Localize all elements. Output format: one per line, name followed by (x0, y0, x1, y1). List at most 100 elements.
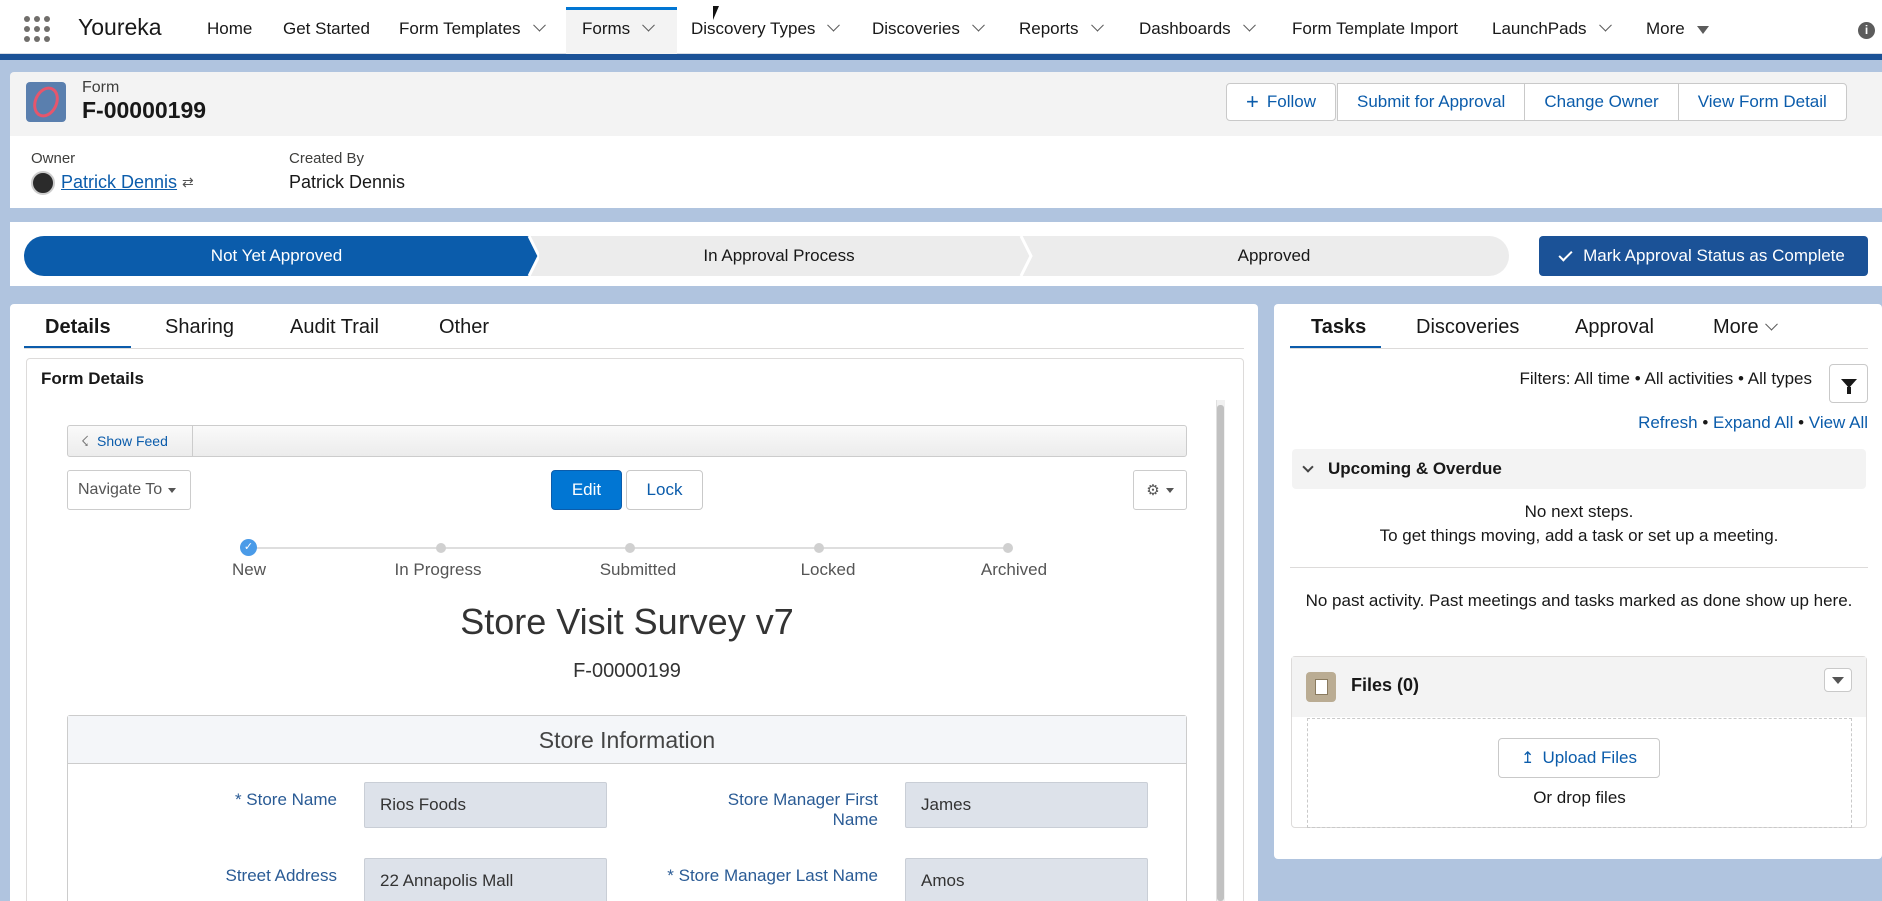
tab-more[interactable]: More (1713, 316, 1778, 339)
tab-sharing[interactable]: Sharing (165, 316, 234, 339)
nav-item-more[interactable]: More (1646, 19, 1709, 39)
follow-button[interactable]: + Follow (1226, 83, 1336, 121)
separator-dot: • (1798, 413, 1805, 432)
store-name-field[interactable]: Rios Foods (364, 782, 607, 828)
status-step-dot (814, 543, 824, 553)
files-title[interactable]: Files (0) (1351, 675, 1419, 696)
tabs-divider (24, 348, 1244, 349)
chevron-down-icon[interactable] (1242, 18, 1256, 32)
form-record-icon (26, 82, 66, 122)
lock-button[interactable]: Lock (626, 470, 703, 510)
nav-item-dashboards[interactable]: Dashboards (1139, 18, 1256, 39)
nav-item-get-started[interactable]: Get Started (283, 19, 370, 39)
mouse-cursor-icon (713, 6, 719, 20)
brand-band (0, 54, 1882, 60)
form-number: F-00000199 (573, 660, 681, 682)
tabs-divider (1290, 348, 1868, 349)
store-manager-first-name-field[interactable]: James (905, 782, 1148, 828)
street-address-field[interactable]: 22 Annapolis Mall (364, 858, 607, 901)
show-feed-button[interactable]: ☇ Show Feed (67, 425, 193, 457)
caret-down-icon (1696, 25, 1709, 34)
nav-item-home[interactable]: Home (207, 19, 252, 39)
path-stage-in-approval-process[interactable]: In Approval Process (539, 236, 1019, 276)
filter-icon (1840, 379, 1857, 394)
store-manager-last-name-field[interactable]: Amos (905, 858, 1148, 901)
avatar (31, 171, 55, 195)
nav-item-launchpads[interactable]: LaunchPads (1492, 18, 1612, 39)
caret-down-icon (168, 487, 177, 493)
tab-details[interactable]: Details (45, 316, 111, 339)
settings-menu-button[interactable]: ⚙ (1133, 470, 1187, 510)
refresh-link[interactable]: Refresh (1638, 413, 1698, 432)
activity-links: Refresh • Expand All • View All (1520, 413, 1868, 433)
upload-icon: ↥ (1521, 750, 1535, 767)
plus-icon: + (1246, 89, 1259, 114)
tab-audit-trail[interactable]: Audit Trail (290, 316, 379, 339)
form-details-title: Form Details (41, 369, 144, 388)
upcoming-overdue-header[interactable]: Upcoming & Overdue (1292, 449, 1866, 489)
chevron-down-icon[interactable] (532, 18, 546, 32)
chevron-down-icon[interactable] (1090, 18, 1104, 32)
tab-other[interactable]: Other (439, 316, 489, 339)
field-label: Store Manager First Name (727, 790, 878, 829)
mark-status-complete-button[interactable]: Mark Approval Status as Complete (1539, 236, 1868, 276)
filter-button[interactable] (1829, 364, 1868, 403)
created-by-value: Patrick Dennis (289, 172, 406, 192)
app-name: Youreka (78, 14, 162, 40)
owner-link[interactable]: Patrick Dennis (61, 172, 177, 193)
change-owner-icon[interactable]: ⇄ (182, 174, 194, 191)
nav-item-forms[interactable]: Forms (582, 18, 656, 39)
created-by-label: Created By (289, 150, 365, 167)
view-all-link[interactable]: View All (1809, 413, 1868, 432)
navigate-to-dropdown[interactable]: Navigate To (67, 470, 191, 510)
chevron-down-icon[interactable] (642, 18, 656, 32)
status-step-label: In Progress (394, 560, 482, 579)
path-stage-not-yet-approved[interactable]: Not Yet Approved (24, 236, 529, 276)
status-step-dot (1003, 543, 1013, 553)
separator-dot: • (1702, 413, 1709, 432)
check-icon (1558, 246, 1573, 262)
path-stage-approved[interactable]: Approved (1039, 236, 1509, 276)
nav-item-discoveries[interactable]: Discoveries (872, 18, 985, 39)
app-launcher-icon[interactable] (24, 16, 50, 42)
submit-for-approval-button[interactable]: Submit for Approval (1336, 83, 1526, 121)
tab-discoveries[interactable]: Discoveries (1416, 316, 1519, 339)
nav-item-form-template-import[interactable]: Form Template Import (1292, 19, 1458, 39)
chevron-down-icon[interactable] (971, 18, 985, 32)
chevron-down-icon (1302, 460, 1314, 473)
status-step-dot (625, 543, 635, 553)
nav-item-reports[interactable]: Reports (1019, 18, 1104, 39)
chevron-down-icon[interactable] (827, 18, 841, 32)
scrollbar-thumb[interactable] (1217, 405, 1224, 901)
status-step-label: Locked (800, 560, 856, 579)
divider (1290, 567, 1868, 568)
path-separator (519, 236, 539, 276)
view-form-detail-button[interactable]: View Form Detail (1677, 83, 1847, 121)
field-label: * Store Name (234, 790, 337, 809)
field-label: Street Address (225, 866, 337, 885)
path-separator (1019, 236, 1033, 276)
change-owner-button[interactable]: Change Owner (1524, 83, 1679, 121)
status-step-dot (436, 543, 446, 553)
nav-item-discovery-types[interactable]: Discovery Types (691, 18, 841, 39)
record-name: F-00000199 (82, 97, 207, 123)
status-step-label: Submitted (599, 560, 677, 579)
caret-down-icon (1832, 676, 1844, 684)
no-past-activity-text: No past activity. Past meetings and task… (1305, 591, 1853, 610)
nav-item-form-templates[interactable]: Form Templates (399, 18, 546, 39)
info-icon[interactable]: i (1858, 22, 1875, 39)
status-step-label: Archived (980, 560, 1048, 579)
gear-icon: ⚙ (1146, 482, 1160, 499)
files-menu-button[interactable] (1824, 668, 1852, 692)
expand-all-link[interactable]: Expand All (1713, 413, 1793, 432)
files-icon (1306, 672, 1336, 702)
tab-approval[interactable]: Approval (1575, 316, 1654, 339)
no-next-steps-hint: To get things moving, add a task or set … (1379, 526, 1779, 545)
chevron-down-icon[interactable] (1598, 18, 1612, 32)
activity-filters-text: Filters: All time • All activities • All… (1519, 369, 1813, 388)
object-label: Form (82, 79, 120, 96)
header-actions: + Follow Submit for Approval Change Owner… (1226, 83, 1847, 121)
upload-files-button[interactable]: ↥ Upload Files (1498, 738, 1660, 778)
edit-button[interactable]: Edit (551, 470, 622, 510)
tab-tasks[interactable]: Tasks (1311, 316, 1366, 339)
